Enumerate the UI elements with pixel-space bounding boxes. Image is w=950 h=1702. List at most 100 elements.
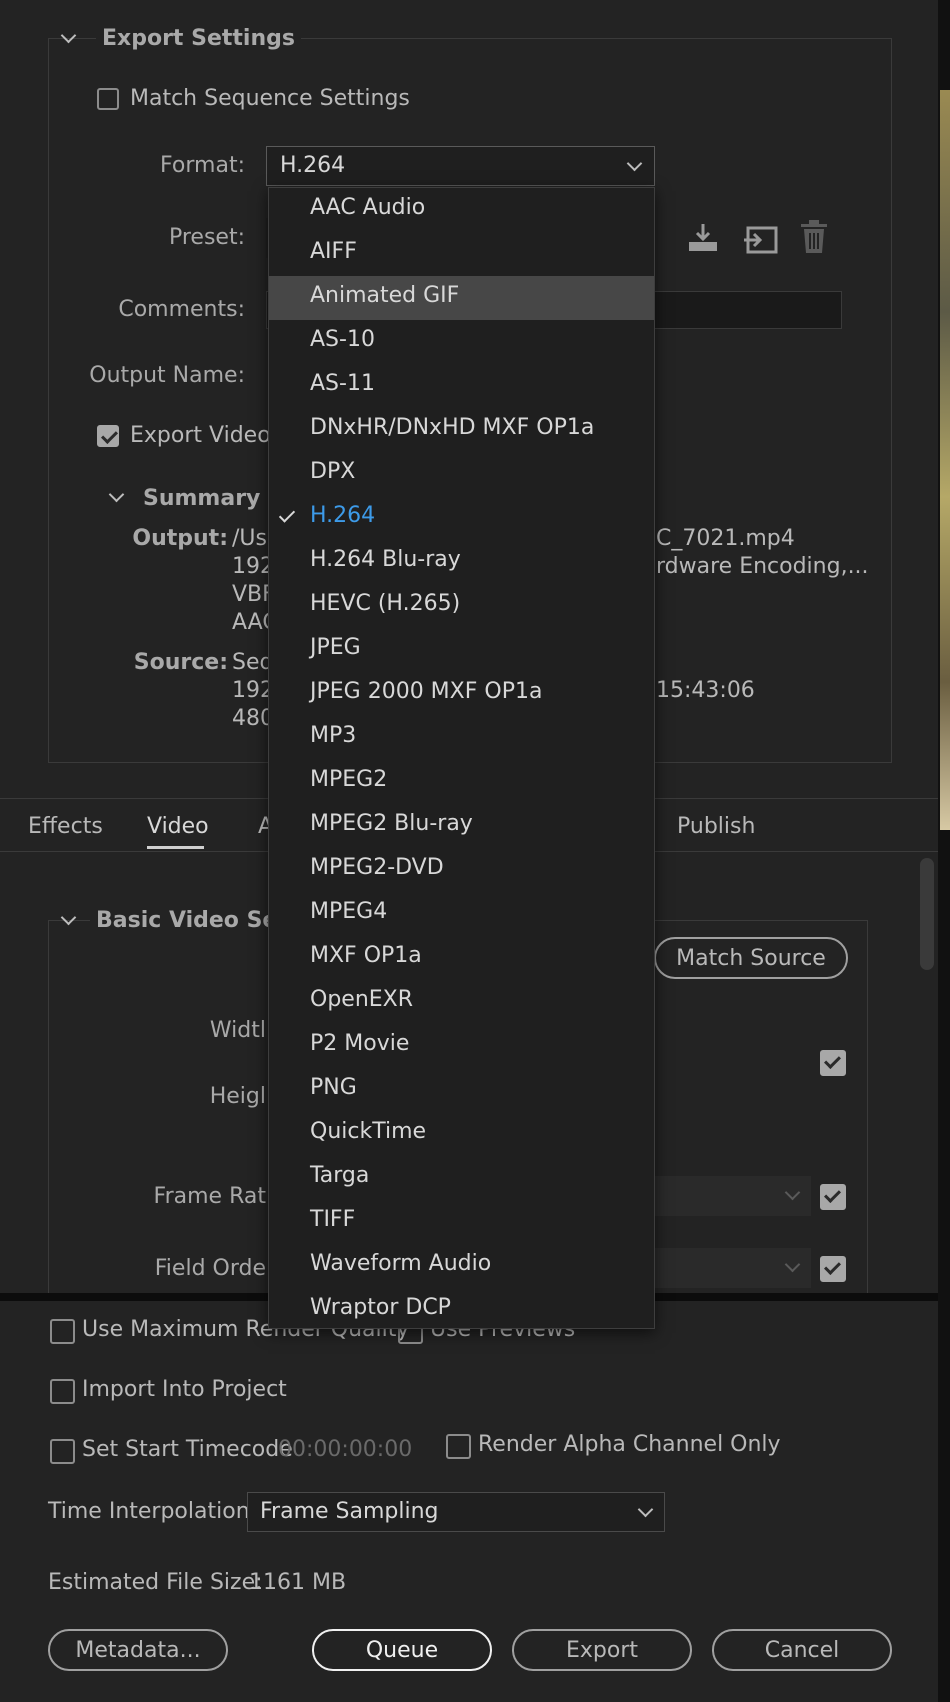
format-menu-item[interactable]: H.264 Blu-ray: [269, 540, 654, 584]
format-menu-item[interactable]: Wraptor DCP: [269, 1288, 654, 1332]
field-order-dropdown[interactable]: [655, 1248, 811, 1288]
format-menu-item[interactable]: MPEG2: [269, 760, 654, 804]
format-menu-item-label: AAC Audio: [310, 195, 426, 220]
format-menu-item-label: Targa: [310, 1163, 370, 1188]
format-menu-item-label: HEVC (H.265): [310, 591, 461, 616]
format-menu-item[interactable]: Targa: [269, 1156, 654, 1200]
format-menu-item-label: H.264 Blu-ray: [310, 547, 461, 572]
export-button[interactable]: Export: [512, 1629, 692, 1671]
format-menu-item[interactable]: Waveform Audio: [269, 1244, 654, 1288]
chevron-down-icon: [784, 1184, 801, 1201]
preview-thumbnail: [940, 90, 950, 830]
format-menu-item[interactable]: AS-11: [269, 364, 654, 408]
estimated-size-label: Estimated File Size:: [48, 1570, 263, 1595]
tab-publish[interactable]: Publish: [677, 814, 755, 839]
summary-output-right: rdware Encoding,...: [656, 554, 869, 579]
format-menu-item[interactable]: JPEG: [269, 628, 654, 672]
format-menu-item-label: H.264: [310, 503, 376, 528]
format-menu-item[interactable]: TIFF: [269, 1200, 654, 1244]
set-start-timecode-checkbox[interactable]: [50, 1439, 75, 1464]
format-menu-item[interactable]: Animated GIF: [269, 276, 654, 320]
format-menu-item[interactable]: MPEG2 Blu-ray: [269, 804, 654, 848]
time-interpolation-value: Frame Sampling: [260, 1499, 439, 1524]
format-menu-item-label: AS-11: [310, 371, 375, 396]
checkmark-icon: [278, 506, 296, 523]
format-menu-item-label: MP3: [310, 723, 357, 748]
format-menu-item-label: MPEG4: [310, 899, 388, 924]
preview-scrollbar[interactable]: [920, 858, 934, 970]
set-start-timecode-label: Set Start Timecode: [82, 1437, 293, 1462]
format-menu-item-label: MPEG2 Blu-ray: [310, 811, 473, 836]
summary-output-key: Output:: [132, 526, 228, 551]
format-label: Format:: [160, 153, 245, 178]
max-render-quality-checkbox[interactable]: [50, 1319, 75, 1344]
aspect-lock-checkbox[interactable]: [820, 1050, 846, 1076]
format-menu-item[interactable]: AIFF: [269, 232, 654, 276]
render-alpha-checkbox[interactable]: [446, 1434, 471, 1459]
format-menu-item-label: Animated GIF: [310, 283, 460, 308]
chevron-down-icon: [784, 1256, 801, 1273]
format-menu-item[interactable]: AAC Audio: [269, 188, 654, 232]
render-alpha-label: Render Alpha Channel Only: [478, 1432, 781, 1457]
tab-effects[interactable]: Effects: [28, 814, 103, 839]
format-menu-item[interactable]: MPEG2-DVD: [269, 848, 654, 892]
format-menu-item[interactable]: QuickTime: [269, 1112, 654, 1156]
summary-source-key: Source:: [133, 650, 228, 675]
format-menu-item[interactable]: AS-10: [269, 320, 654, 364]
format-menu-item-label: Waveform Audio: [310, 1251, 492, 1276]
cancel-button[interactable]: Cancel: [712, 1629, 892, 1671]
frame-rate-checkbox[interactable]: [820, 1184, 846, 1210]
chevron-down-icon: [637, 1501, 654, 1518]
time-interpolation-label: Time Interpolation:: [48, 1499, 258, 1524]
format-menu-item[interactable]: DPX: [269, 452, 654, 496]
format-menu-item[interactable]: MP3: [269, 716, 654, 760]
preset-label: Preset:: [168, 225, 245, 250]
save-preset-icon[interactable]: [686, 222, 720, 254]
metadata-button[interactable]: Metadata...: [48, 1629, 228, 1671]
format-dropdown[interactable]: H.264: [266, 146, 655, 186]
import-preset-icon[interactable]: [742, 222, 778, 256]
frame-rate-label: Frame Rat: [153, 1184, 266, 1209]
tab-video-underline: [147, 846, 204, 849]
time-interpolation-dropdown[interactable]: Frame Sampling: [247, 1492, 665, 1532]
format-menu-item-label: MPEG2-DVD: [310, 855, 444, 880]
height-label: Heigl: [209, 1084, 266, 1109]
format-menu-item-label: DPX: [310, 459, 356, 484]
width-label: Widtl: [209, 1018, 266, 1043]
format-menu-item-label: AS-10: [310, 327, 375, 352]
summary-output-line: /Us: [232, 526, 267, 551]
match-source-button[interactable]: Match Source: [654, 937, 848, 979]
summary-output-right: C_7021.mp4: [656, 526, 795, 551]
format-menu-item[interactable]: OpenEXR: [269, 980, 654, 1024]
match-sequence-checkbox[interactable]: [97, 88, 119, 110]
summary-source-right: 15:43:06: [656, 678, 755, 703]
format-menu-item-label: QuickTime: [310, 1119, 427, 1144]
format-menu-item[interactable]: H.264: [269, 496, 654, 540]
format-menu-item[interactable]: PNG: [269, 1068, 654, 1112]
format-menu-item-label: TIFF: [310, 1207, 356, 1232]
match-sequence-label: Match Sequence Settings: [130, 86, 410, 111]
export-video-checkbox[interactable]: [97, 425, 119, 447]
queue-button[interactable]: Queue: [312, 1629, 492, 1671]
format-menu-item-label: OpenEXR: [310, 987, 414, 1012]
trash-icon[interactable]: [799, 219, 829, 255]
format-menu-item[interactable]: HEVC (H.265): [269, 584, 654, 628]
tab-video[interactable]: Video: [147, 814, 209, 839]
format-menu-item-label: PNG: [310, 1075, 357, 1100]
format-menu-item-label: P2 Movie: [310, 1031, 410, 1056]
format-menu-item-label: MPEG2: [310, 767, 388, 792]
output-name-label: Output Name:: [89, 363, 245, 388]
format-menu-item[interactable]: DNxHR/DNxHD MXF OP1a: [269, 408, 654, 452]
export-video-label: Export Video: [130, 423, 271, 448]
format-menu-item[interactable]: P2 Movie: [269, 1024, 654, 1068]
field-order-label: Field Orde: [154, 1256, 266, 1281]
start-timecode-value[interactable]: 00:00:00:00: [278, 1437, 412, 1462]
format-menu-item-label: JPEG 2000 MXF OP1a: [310, 679, 543, 704]
format-menu-item[interactable]: MXF OP1a: [269, 936, 654, 980]
format-menu-item[interactable]: JPEG 2000 MXF OP1a: [269, 672, 654, 716]
format-menu-item[interactable]: MPEG4: [269, 892, 654, 936]
format-menu-item-label: DNxHR/DNxHD MXF OP1a: [310, 415, 595, 440]
import-into-project-checkbox[interactable]: [50, 1379, 75, 1404]
field-order-checkbox[interactable]: [820, 1256, 846, 1282]
frame-rate-dropdown[interactable]: [655, 1176, 811, 1216]
